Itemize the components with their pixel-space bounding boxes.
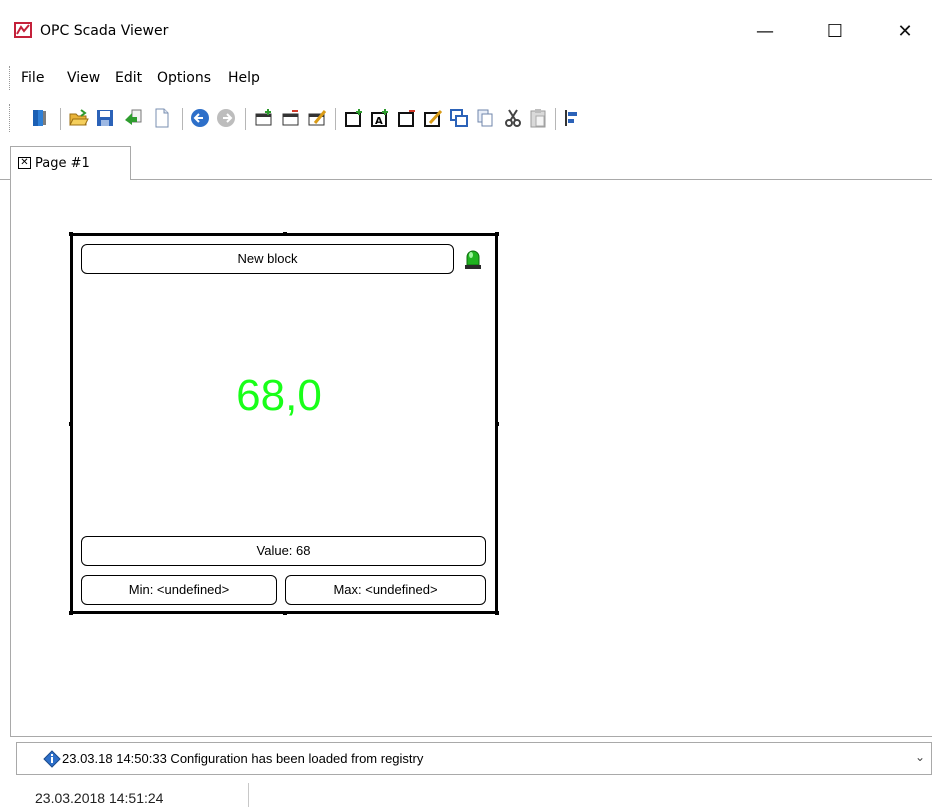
value-label: Value: 68	[81, 536, 486, 566]
app-logo-icon	[14, 22, 32, 38]
tab-close-icon[interactable]: ✕	[18, 157, 31, 169]
resize-handle[interactable]	[495, 611, 499, 615]
svg-text:A: A	[375, 116, 383, 127]
menu-grip[interactable]	[9, 66, 12, 90]
import-icon[interactable]	[123, 108, 143, 128]
toolbar-separator	[335, 108, 336, 130]
remove-block-icon[interactable]	[397, 108, 417, 128]
copy-icon[interactable]	[475, 108, 495, 128]
toolbar-grip[interactable]	[9, 104, 12, 132]
log-message: 23.03.18 14:50:33 Configuration has been…	[62, 751, 424, 766]
minimize-button[interactable]: —	[742, 14, 788, 48]
window-title: OPC Scada Viewer	[40, 23, 169, 39]
align-icon[interactable]	[562, 108, 582, 128]
log-dropdown[interactable]: 23.03.18 14:50:33 Configuration has been…	[16, 742, 932, 775]
close-button[interactable]: ✕	[882, 14, 928, 48]
block-value-display: 68,0	[236, 371, 322, 420]
resize-handle[interactable]	[283, 611, 287, 615]
add-text-block-icon[interactable]: A	[370, 108, 390, 128]
new-page-icon[interactable]	[152, 108, 172, 128]
status-led-dome	[466, 250, 480, 266]
menu-view[interactable]: View	[67, 70, 100, 86]
resize-handle[interactable]	[69, 422, 73, 426]
maximize-button[interactable]: ☐	[812, 14, 858, 48]
status-datetime: 23.03.2018 14:51:24	[35, 790, 164, 806]
page-canvas[interactable]: New block 68,0 Value: 68 Min: <undefined…	[10, 180, 932, 737]
menu-bar: File View Edit Options Help	[0, 62, 932, 94]
title-bar: OPC Scada Viewer — ☐ ✕	[0, 0, 932, 62]
remove-page-icon[interactable]	[281, 108, 301, 128]
tab-page-1[interactable]: ✕ Page #1	[10, 146, 131, 181]
edit-block-icon[interactable]	[423, 108, 443, 128]
toolbar-separator	[245, 108, 246, 130]
max-label: Max: <undefined>	[285, 575, 486, 605]
resize-handle[interactable]	[495, 232, 499, 236]
bring-front-icon[interactable]	[449, 108, 469, 128]
resize-handle[interactable]	[495, 422, 499, 426]
open-door-icon[interactable]	[30, 108, 50, 128]
status-separator	[248, 783, 249, 807]
toolbar: A	[0, 96, 932, 142]
status-bar: 23.03.2018 14:51:24	[0, 779, 932, 807]
info-diamond-icon	[43, 750, 61, 768]
chevron-down-icon[interactable]: ⌄	[915, 750, 925, 764]
page-tab-strip: ✕ Page #1	[0, 142, 932, 181]
menu-edit[interactable]: Edit	[115, 70, 142, 86]
toolbar-separator	[555, 108, 556, 130]
resize-handle[interactable]	[69, 232, 73, 236]
resize-handle[interactable]	[69, 611, 73, 615]
status-led-icon	[465, 250, 481, 269]
block-title: New block	[81, 244, 454, 274]
scada-block[interactable]: New block 68,0 Value: 68 Min: <undefined…	[69, 232, 499, 615]
save-icon[interactable]	[95, 108, 115, 128]
open-folder-icon[interactable]	[69, 108, 89, 128]
menu-help[interactable]: Help	[228, 70, 260, 86]
menu-options[interactable]: Options	[157, 70, 211, 86]
forward-icon[interactable]	[216, 108, 236, 128]
add-page-icon[interactable]	[254, 108, 274, 128]
add-block-icon[interactable]	[344, 108, 364, 128]
menu-file[interactable]: File	[21, 70, 44, 86]
toolbar-separator	[182, 108, 183, 130]
min-label: Min: <undefined>	[81, 575, 277, 605]
back-icon[interactable]	[190, 108, 210, 128]
paste-icon[interactable]	[528, 108, 548, 128]
toolbar-separator	[60, 108, 61, 130]
resize-handle[interactable]	[283, 232, 287, 236]
cut-icon[interactable]	[503, 108, 523, 128]
edit-page-icon[interactable]	[307, 108, 327, 128]
tab-label: Page #1	[35, 156, 90, 171]
